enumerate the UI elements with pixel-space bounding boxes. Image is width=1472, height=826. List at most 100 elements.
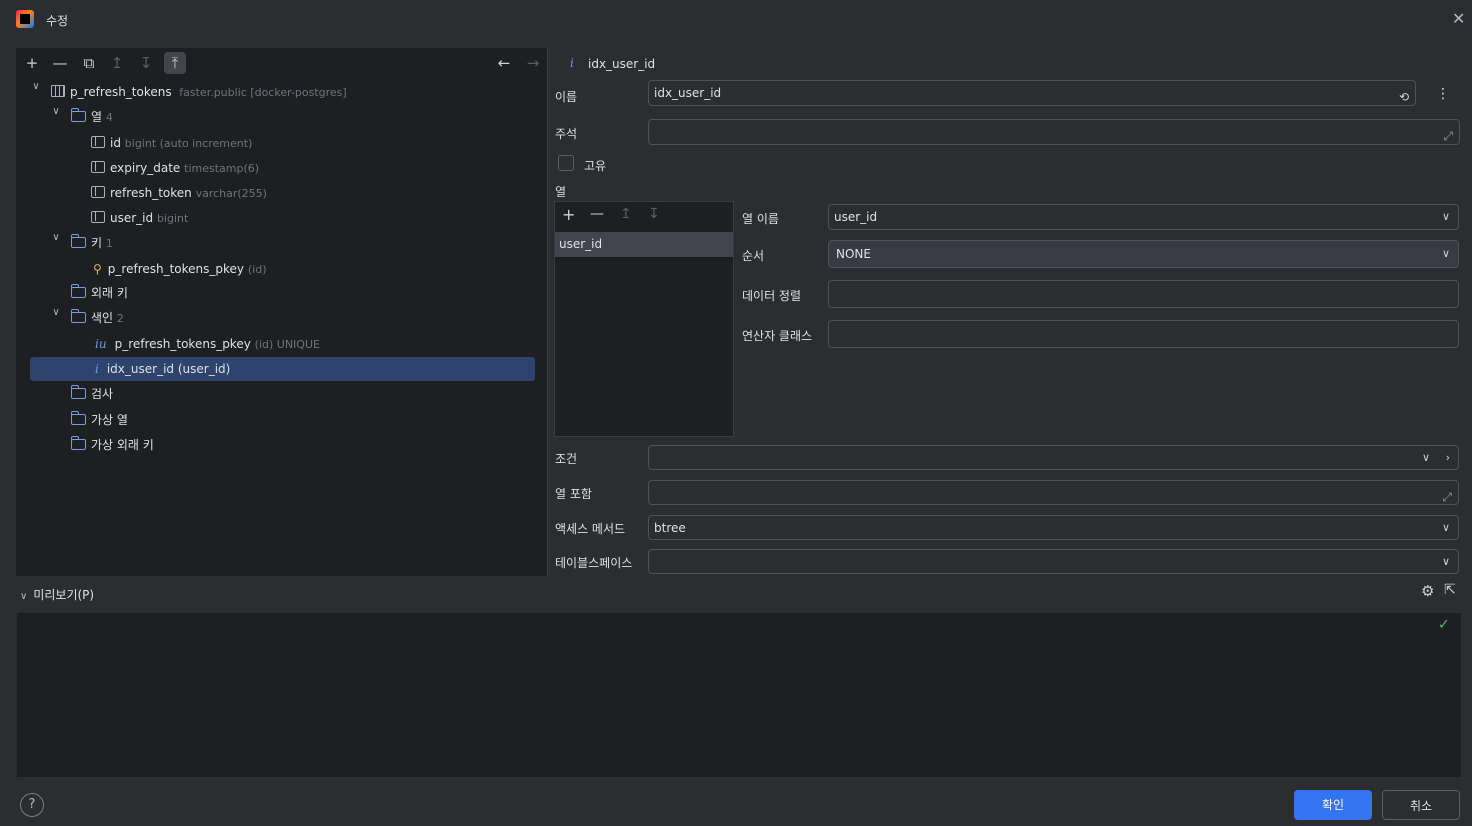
folder-icon: [71, 411, 86, 425]
pin-button[interactable]: ⤒: [164, 52, 186, 74]
order-select[interactable]: NONE ∨: [828, 240, 1459, 268]
chevron-down-icon[interactable]: ∨: [1422, 446, 1430, 470]
tree-item-foreign-keys[interactable]: 외래 키: [71, 282, 128, 304]
column-type: bigint: [156, 212, 189, 225]
refresh-name-icon[interactable]: ⟲: [1399, 85, 1409, 109]
open-external-icon[interactable]: ⇱: [1444, 582, 1456, 598]
unique-label: 고유: [584, 159, 607, 173]
index-icon: i: [570, 56, 574, 70]
tree-item-columns[interactable]: 열 4: [71, 106, 113, 128]
unique-checkbox[interactable]: [558, 155, 574, 171]
chevron-down-icon: ∨: [20, 591, 28, 602]
expand-icon[interactable]: ⤢: [1442, 485, 1452, 509]
chevron-down-icon[interactable]: ∨: [49, 232, 63, 254]
move-column-up-button[interactable]: ↥: [620, 206, 632, 222]
folder-icon: [71, 436, 86, 450]
tree-item-virtual-foreign-keys[interactable]: 가상 외래 키: [71, 434, 154, 456]
condition-input[interactable]: ∨ ›: [648, 445, 1459, 470]
help-button[interactable]: ?: [20, 793, 44, 817]
column-icon: [91, 186, 105, 198]
opclass-label: 연산자 클래스: [742, 329, 813, 343]
include-label: 열 포함: [555, 487, 592, 501]
tree-item-column[interactable]: refresh_token varchar(255): [91, 182, 267, 204]
tree-item-indexes[interactable]: 색인 2: [71, 307, 124, 329]
order-value: NONE: [836, 247, 871, 261]
chevron-right-icon[interactable]: ›: [1446, 446, 1450, 470]
move-column-down-button[interactable]: ↧: [648, 206, 660, 222]
tree-item-column[interactable]: user_id bigint: [91, 207, 188, 229]
count-badge: 2: [116, 312, 124, 325]
comment-input[interactable]: ⤢: [648, 119, 1460, 145]
gear-icon[interactable]: ⚙: [1421, 582, 1434, 600]
name-value: idx_user_id: [654, 86, 722, 100]
folder-label: 외래 키: [91, 286, 128, 300]
key-icon: ⚲: [93, 262, 102, 276]
back-button[interactable]: ←: [493, 52, 515, 74]
table-icon: [51, 85, 65, 97]
close-icon[interactable]: ✕: [1452, 9, 1465, 28]
folder-label: 키: [91, 236, 103, 250]
preview-toggle[interactable]: ∨ 미리보기(P): [20, 586, 94, 603]
name-label: 이름: [555, 90, 578, 104]
folder-label: 열: [91, 110, 103, 124]
column-name: id: [110, 136, 121, 150]
ok-button[interactable]: 확인: [1294, 790, 1372, 820]
folder-label: 가상 외래 키: [91, 438, 154, 452]
tree-item-index[interactable]: iu p_refresh_tokens_pkey (id) UNIQUE: [95, 333, 320, 355]
collation-input[interactable]: [828, 280, 1459, 308]
folder-label: 가상 열: [91, 413, 128, 427]
tree-item-virtual-columns[interactable]: 가상 열: [71, 409, 128, 431]
index-meta: (id) UNIQUE: [254, 338, 320, 351]
column-icon: [91, 211, 105, 223]
chevron-down-icon: ∨: [1441, 247, 1450, 260]
expand-icon[interactable]: ⤢: [1443, 124, 1453, 148]
move-up-button[interactable]: ↥: [106, 52, 128, 74]
chevron-down-icon: ∨: [1441, 210, 1450, 223]
access-method-select[interactable]: btree ∨: [648, 515, 1459, 540]
column-type: bigint (auto increment): [124, 137, 253, 150]
move-down-button[interactable]: ↧: [135, 52, 157, 74]
folder-label: 색인: [91, 311, 114, 325]
column-type: varchar(255): [195, 187, 267, 200]
count-badge: 1: [105, 237, 113, 250]
access-method-value: btree: [654, 521, 686, 535]
check-icon: ✓: [1438, 617, 1450, 633]
table-meta: faster.public [docker-postgres]: [179, 86, 347, 99]
add-button[interactable]: +: [21, 52, 43, 74]
tree-item-table[interactable]: p_refresh_tokens faster.public [docker-p…: [51, 81, 347, 103]
more-options-icon[interactable]: ⋮: [1436, 86, 1450, 102]
chevron-down-icon[interactable]: ∨: [49, 307, 63, 329]
include-input[interactable]: ⤢: [648, 480, 1459, 505]
preview-label: 미리보기(P): [33, 588, 95, 602]
column-name: expiry_date: [110, 161, 181, 175]
tree-item-column[interactable]: id bigint (auto increment): [91, 132, 252, 154]
table-name: p_refresh_tokens: [70, 85, 172, 99]
remove-button[interactable]: —: [49, 52, 71, 74]
column-name-value: user_id: [834, 210, 878, 224]
column-name-select[interactable]: user_id ∨: [828, 204, 1459, 230]
cancel-button[interactable]: 취소: [1382, 790, 1460, 820]
chevron-down-icon[interactable]: ∨: [49, 106, 63, 128]
remove-column-button[interactable]: —: [590, 206, 604, 222]
order-label: 순서: [742, 249, 765, 263]
opclass-input[interactable]: [828, 320, 1459, 348]
chevron-down-icon: ∨: [1441, 521, 1450, 534]
detail-header: idx_user_id: [588, 57, 656, 71]
folder-icon: [71, 385, 86, 399]
copy-button[interactable]: ⧉: [78, 52, 100, 74]
folder-icon: [71, 309, 86, 323]
list-item[interactable]: user_id: [555, 232, 733, 257]
name-input[interactable]: idx_user_id ⟲: [648, 80, 1416, 106]
tree-item-column[interactable]: expiry_date timestamp(6): [91, 157, 259, 179]
tablespace-select[interactable]: ∨: [648, 549, 1459, 574]
sql-preview-area[interactable]: [16, 612, 1462, 778]
tree-item-keys[interactable]: 키 1: [71, 232, 113, 254]
forward-button[interactable]: →: [522, 52, 544, 74]
tree-item-checks[interactable]: 검사: [71, 383, 113, 405]
add-column-button[interactable]: +: [562, 205, 575, 224]
tree-item-key[interactable]: ⚲ p_refresh_tokens_pkey (id): [93, 258, 267, 280]
column-name: user_id: [110, 211, 154, 225]
tree-item-index-selected[interactable]: i idx_user_id (user_id): [95, 358, 230, 380]
chevron-down-icon[interactable]: ∨: [29, 81, 43, 103]
index-icon: i: [95, 362, 99, 376]
